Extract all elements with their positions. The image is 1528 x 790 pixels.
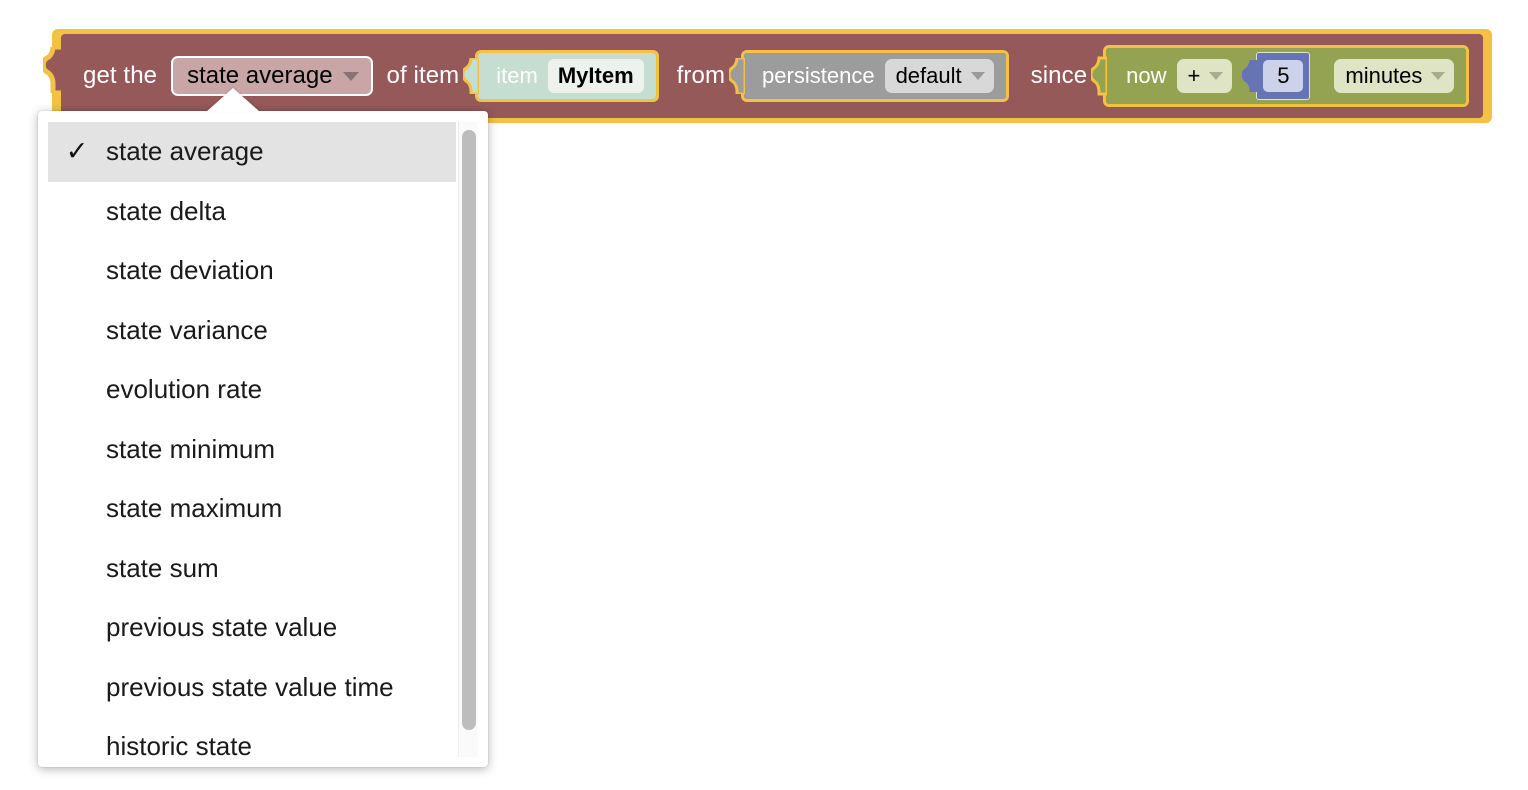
dropdown-item[interactable]: state deviation	[48, 241, 456, 301]
dropdown-item-label: state variance	[106, 314, 268, 345]
dropdown-scrollbar-thumb[interactable]	[462, 130, 476, 730]
persistence-dropdown-field[interactable]: default	[884, 59, 994, 93]
check-icon: ✓	[65, 136, 89, 167]
dropdown-scrollbar-track[interactable]	[458, 122, 478, 757]
blockly-workspace: get the state average of item item MyIte…	[0, 0, 1528, 790]
time-block-plug-icon	[1091, 56, 1108, 96]
persistence-block-label: persistence	[762, 63, 875, 88]
chevron-down-icon	[970, 72, 985, 80]
time-operator-value: +	[1187, 63, 1201, 88]
item-name-field[interactable]: MyItem	[547, 59, 644, 93]
block-body[interactable]: get the state average of item item MyIte…	[61, 34, 1484, 118]
dropdown-item-label: evolution rate	[106, 374, 263, 405]
dropdown-item-label: state maximum	[106, 493, 283, 524]
persistence-block-plug-icon	[729, 58, 746, 94]
aggregation-dropdown-field[interactable]: state average	[171, 56, 373, 96]
item-block-plug-icon	[463, 58, 480, 94]
label-from: from	[676, 62, 726, 89]
dropdown-item-label: previous state value time	[106, 671, 394, 702]
dropdown-item[interactable]: state sum	[48, 539, 456, 599]
dropdown-item[interactable]: state variance	[48, 301, 456, 361]
chevron-down-icon	[1431, 72, 1446, 80]
dropdown-item-label: state average	[106, 136, 264, 167]
item-socket: item MyItem	[463, 50, 659, 102]
dropdown-item[interactable]: state maximum	[48, 479, 456, 539]
dropdown-item[interactable]: state minimum	[48, 420, 456, 480]
aggregation-dropdown-menu[interactable]: ✓ state average state delta state deviation…	[38, 111, 488, 767]
item-block[interactable]: item MyItem	[463, 50, 659, 102]
item-block-label: item	[496, 63, 538, 88]
dropdown-item[interactable]: previous state value	[48, 598, 456, 658]
time-socket: now + 5 minutes	[1091, 45, 1470, 107]
label-of-item: of item	[386, 62, 460, 89]
dropdown-item[interactable]: state delta	[48, 182, 456, 242]
dropdown-arrow-icon	[206, 88, 260, 112]
time-block[interactable]: now + 5 minutes	[1091, 45, 1470, 107]
label-since: since	[1030, 62, 1088, 89]
label-get-the: get the	[83, 62, 158, 89]
number-value-field[interactable]: 5	[1263, 60, 1304, 92]
dropdown-item-label: state sum	[106, 552, 219, 583]
dropdown-item-list[interactable]: ✓ state average state delta state deviation…	[48, 122, 456, 757]
dropdown-item[interactable]: previous state value time	[48, 658, 456, 718]
dropdown-item-label: state deviation	[106, 255, 274, 286]
dropdown-item[interactable]: historic state	[48, 717, 456, 757]
number-block[interactable]: 5	[1242, 52, 1311, 100]
persistence-socket: persistence default	[729, 50, 1009, 102]
persistence-block[interactable]: persistence default	[729, 50, 1009, 102]
dropdown-item-label: state minimum	[106, 433, 276, 464]
dropdown-item[interactable]: ✓ state average	[48, 122, 456, 182]
time-operator-dropdown-field[interactable]: +	[1176, 59, 1233, 93]
dropdown-item[interactable]: evolution rate	[48, 360, 456, 420]
chevron-down-icon	[342, 71, 359, 81]
time-unit-dropdown-field[interactable]: minutes	[1334, 59, 1455, 93]
dropdown-item-label: previous state value	[106, 612, 338, 643]
persistence-dropdown-value: default	[895, 63, 962, 88]
time-unit-value: minutes	[1345, 63, 1423, 88]
dropdown-item-label: state delta	[106, 195, 226, 226]
chevron-down-icon	[1209, 72, 1224, 80]
aggregation-dropdown-value: state average	[187, 62, 333, 89]
number-block-plug-icon	[1242, 60, 1259, 92]
time-block-label: now	[1126, 63, 1167, 88]
dropdown-item-label: historic state	[106, 731, 252, 757]
